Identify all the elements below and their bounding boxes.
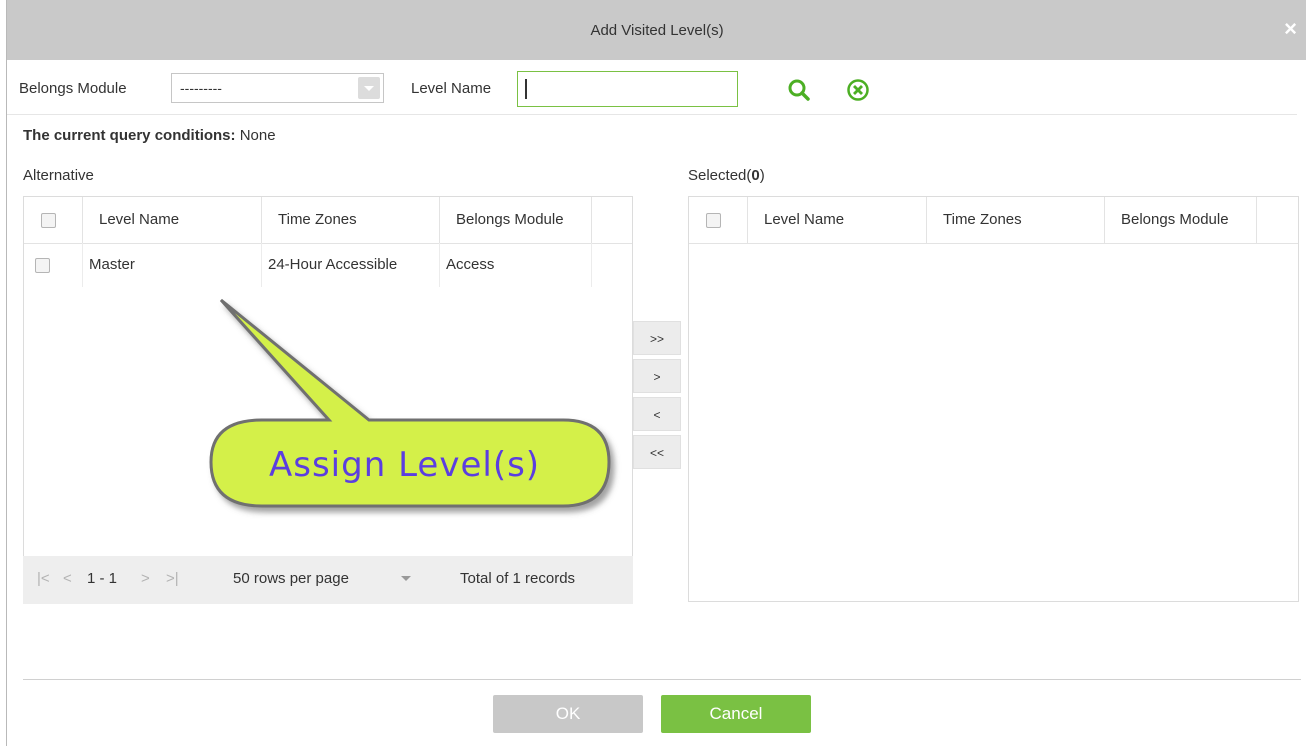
select-all-checkbox[interactable]: [706, 213, 721, 228]
row-checkbox-cell: [24, 243, 83, 287]
callout-text: Assign Level(s): [269, 445, 541, 485]
belongs-module-value: ---------: [180, 80, 222, 96]
rows-per-page-select[interactable]: 50 rows per page: [233, 570, 349, 587]
dialog-title: Add Visited Level(s): [590, 22, 724, 39]
select-all-cell: [24, 197, 83, 243]
row-module: Access: [440, 243, 592, 287]
query-conditions: The current query conditions: None: [23, 127, 276, 144]
belongs-module-label: Belongs Module: [19, 80, 127, 97]
level-name-label: Level Name: [411, 80, 492, 97]
last-page-icon[interactable]: >|: [166, 570, 179, 587]
selected-count: 0: [751, 167, 760, 184]
column-header-belongs-module[interactable]: Belongs Module: [440, 197, 592, 243]
column-header-belongs-module[interactable]: Belongs Module: [1105, 197, 1257, 243]
selected-title-suffix: ): [759, 167, 765, 184]
query-conditions-value: None: [239, 127, 276, 144]
page-range: 1 - 1: [87, 570, 118, 587]
dialog-titlebar: Add Visited Level(s) ×: [7, 0, 1306, 60]
text-caret: [525, 79, 527, 99]
alternative-title: Alternative: [23, 167, 94, 184]
select-all-cell: [689, 197, 748, 243]
selected-grid-header: Level Name Time Zones Belongs Module: [689, 197, 1298, 244]
row-checkbox[interactable]: [35, 258, 50, 273]
column-header-level-name[interactable]: Level Name: [748, 197, 927, 243]
alternative-grid-header: Level Name Time Zones Belongs Module: [24, 197, 632, 244]
row-level-name: Master: [83, 243, 262, 287]
selected-grid: Level Name Time Zones Belongs Module: [688, 196, 1299, 602]
belongs-module-select[interactable]: ---------: [171, 73, 384, 103]
selected-title-prefix: Selected(: [688, 167, 752, 184]
close-icon[interactable]: ×: [1284, 16, 1297, 42]
select-all-checkbox[interactable]: [41, 213, 56, 228]
chevron-down-icon[interactable]: [401, 576, 411, 581]
cancel-button[interactable]: Cancel: [661, 695, 811, 733]
level-name-input[interactable]: [517, 71, 738, 107]
assign-levels-callout: [209, 298, 611, 508]
selected-title: Selected(0): [688, 167, 765, 184]
first-page-icon[interactable]: |<: [37, 570, 50, 587]
next-page-icon[interactable]: >: [141, 570, 150, 587]
query-bar: Belongs Module --------- Level Name: [7, 60, 1297, 115]
query-conditions-label: The current query conditions:: [23, 127, 236, 144]
alternative-pager: |< < 1 - 1 > >| 50 rows per page Total o…: [23, 556, 633, 604]
clear-icon[interactable]: [846, 78, 870, 102]
row-time-zone: 24-Hour Accessible: [262, 243, 440, 287]
chevron-down-icon[interactable]: [358, 77, 380, 99]
column-header-time-zones[interactable]: Time Zones: [262, 197, 440, 243]
search-icon[interactable]: [787, 78, 811, 102]
column-header-level-name[interactable]: Level Name: [83, 197, 262, 243]
column-header-time-zones[interactable]: Time Zones: [927, 197, 1105, 243]
ok-button[interactable]: OK: [493, 695, 643, 733]
add-visited-levels-dialog: Add Visited Level(s) × Belongs Module --…: [6, 0, 1306, 746]
total-records: Total of 1 records: [460, 570, 576, 587]
prev-page-icon[interactable]: <: [63, 570, 72, 587]
footer-divider: [23, 679, 1301, 680]
